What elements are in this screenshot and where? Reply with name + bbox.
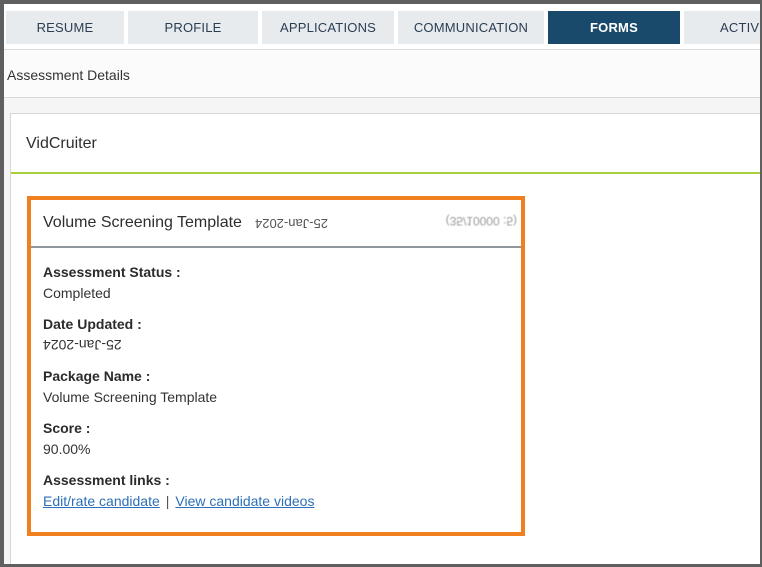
score-label: Score : xyxy=(43,420,91,436)
tab-communication[interactable]: COMMUNICATION xyxy=(398,11,544,44)
card-title: Volume Screening Template xyxy=(43,214,242,231)
date-updated-value-wrap: 25-Jan-2024 xyxy=(43,337,142,353)
section-subheader: Assessment Details xyxy=(4,50,760,98)
field-package-name: Package Name : Volume Screening Template xyxy=(43,368,217,405)
tab-applications[interactable]: APPLICATIONS xyxy=(262,11,394,44)
card-note: (35/10000 :5) xyxy=(445,214,517,228)
panel-header: VidCruiter xyxy=(11,114,760,174)
vendor-panel: VidCruiter Volume Screening Template 25-… xyxy=(10,113,760,564)
field-score: Score : 90.00% xyxy=(43,420,90,457)
tab-profile[interactable]: PROFILE xyxy=(128,11,258,44)
field-assessment-links: Assessment links : Edit/rate candidate | V… xyxy=(43,472,314,511)
assessment-status-label: Assessment Status : xyxy=(43,264,181,280)
assessment-card: Volume Screening Template 25-Jan-2024 (3… xyxy=(27,196,525,536)
view-candidate-videos-link[interactable]: View candidate videos xyxy=(175,493,314,509)
panel-title: VidCruiter xyxy=(26,135,97,152)
date-updated-label: Date Updated : xyxy=(43,316,142,332)
field-date-updated: Date Updated : 25-Jan-2024 xyxy=(43,316,142,353)
date-updated-value: 25-Jan-2024 xyxy=(43,337,122,353)
tab-activity[interactable]: ACTIV xyxy=(684,11,760,44)
card-date: 25-Jan-2024 xyxy=(255,216,328,231)
assessment-links: Edit/rate candidate | View candidate video… xyxy=(43,493,314,509)
tab-forms[interactable]: FORMS xyxy=(548,11,680,44)
section-title: Assessment Details xyxy=(7,67,130,83)
application-frame: RESUME PROFILE APPLICATIONS COMMUNICATIO… xyxy=(4,4,760,564)
tab-bar: RESUME PROFILE APPLICATIONS COMMUNICATIO… xyxy=(4,4,760,50)
field-assessment-status: Assessment Status : Completed xyxy=(43,264,181,301)
edit-rate-candidate-link[interactable]: Edit/rate candidate xyxy=(43,493,160,509)
card-header: Volume Screening Template 25-Jan-2024 (3… xyxy=(31,200,521,248)
package-name-value: Volume Screening Template xyxy=(43,389,218,405)
assessment-status-value: Completed xyxy=(43,285,111,301)
package-name-label: Package Name : xyxy=(43,368,151,384)
tab-resume[interactable]: RESUME xyxy=(6,11,124,44)
score-value: 90.00% xyxy=(43,441,91,457)
assessment-links-label: Assessment links : xyxy=(43,472,170,488)
link-separator: | xyxy=(165,493,170,509)
